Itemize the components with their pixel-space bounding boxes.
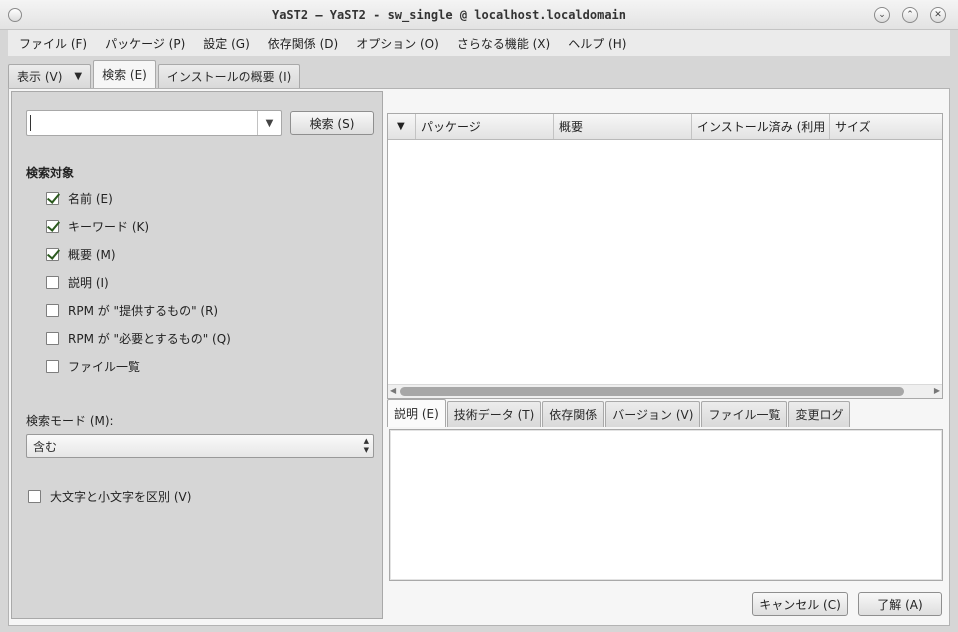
checkbox-icon [46, 303, 59, 317]
target-keyword-checkbox[interactable]: キーワード (K) [46, 218, 149, 234]
minimize-icon[interactable]: ⌄ [874, 7, 890, 23]
package-table[interactable]: ▼ パッケージ 概要 インストール済み (利用 サイズ ◀ ▶ [387, 113, 943, 399]
menu-settings[interactable]: 設定 (G) [203, 35, 249, 52]
search-target-heading: 検索対象 [26, 166, 75, 180]
target-summary-checkbox[interactable]: 概要 (M) [46, 246, 116, 262]
search-history-dropdown-icon[interactable]: ▼ [257, 111, 281, 135]
search-input[interactable]: ▼ [26, 110, 282, 136]
ok-button[interactable]: 了解 (A) [858, 592, 942, 616]
scroll-right-icon[interactable]: ▶ [934, 386, 940, 395]
target-rpm-requires-checkbox[interactable]: RPM が "必要とするもの" (Q) [46, 330, 231, 346]
tab-file-list[interactable]: ファイル一覧 [701, 401, 788, 427]
tab-install-summary-label: インストールの概要 (I) [166, 70, 292, 84]
checkbox-label: ファイル一覧 [68, 359, 141, 374]
search-mode-select[interactable]: 含む ▲ ▼ [26, 434, 374, 458]
menu-bar: ファイル (F) パッケージ (P) 設定 (G) 依存関係 (D) オプション… [8, 30, 950, 56]
checkbox-icon [46, 359, 59, 373]
horizontal-scrollbar[interactable]: ◀ ▶ [388, 384, 942, 398]
menu-file[interactable]: ファイル (F) [19, 35, 87, 52]
search-panel: ▼ 検索 (S) 検索対象 名前 (E) キーワード (K) 概要 (M) 説明… [11, 91, 383, 619]
checkbox-icon [46, 247, 59, 261]
menu-extras[interactable]: さらなる機能 (X) [457, 35, 550, 52]
tab-search-label: 検索 (E) [102, 68, 147, 82]
case-sensitive-checkbox[interactable]: 大文字と小文字を区別 (V) [28, 488, 191, 504]
target-file-list-checkbox[interactable]: ファイル一覧 [46, 358, 140, 374]
checkbox-label: RPM が "必要とするもの" (Q) [68, 331, 231, 346]
menu-package[interactable]: パッケージ (P) [105, 35, 185, 52]
target-name-checkbox[interactable]: 名前 (E) [46, 190, 113, 206]
checkbox-icon [46, 275, 59, 289]
tab-install-summary[interactable]: インストールの概要 (I) [157, 64, 301, 88]
search-mode-label: 検索モード (M): [26, 414, 114, 428]
checkbox-icon [46, 219, 59, 233]
checkbox-label: 名前 (E) [68, 191, 113, 206]
table-header: ▼ パッケージ 概要 インストール済み (利用 サイズ [388, 114, 942, 140]
checkbox-label: 概要 (M) [68, 247, 116, 262]
view-dropdown-tab[interactable]: 表示 (V) ▼ [8, 64, 92, 88]
scrollbar-thumb[interactable] [400, 387, 904, 396]
checkbox-icon [46, 331, 59, 345]
tab-description[interactable]: 説明 (E) [387, 399, 446, 427]
menu-options[interactable]: オプション (O) [356, 35, 439, 52]
checkbox-label: キーワード (K) [68, 219, 150, 234]
search-button[interactable]: 検索 (S) [290, 111, 374, 135]
target-rpm-provides-checkbox[interactable]: RPM が "提供するもの" (R) [46, 302, 218, 318]
column-header-size[interactable]: サイズ [830, 114, 942, 139]
menu-help[interactable]: ヘルプ (H) [568, 35, 626, 52]
sort-status-column-icon[interactable]: ▼ [388, 114, 416, 139]
detail-tabs: 説明 (E) 技術データ (T) 依存関係 バージョン (V) ファイル一覧 変… [387, 399, 851, 427]
tab-versions[interactable]: バージョン (V) [605, 401, 701, 427]
cancel-button[interactable]: キャンセル (C) [752, 592, 848, 616]
description-view[interactable] [389, 429, 943, 581]
scroll-left-icon[interactable]: ◀ [390, 386, 396, 395]
search-mode-value: 含む [33, 439, 58, 454]
checkbox-icon [28, 489, 41, 503]
title-bar: YaST2 — YaST2 - sw_single @ localhost.lo… [0, 0, 958, 30]
view-tab-label: 表示 (V) [17, 70, 63, 84]
close-icon[interactable]: ✕ [930, 7, 946, 23]
target-description-checkbox[interactable]: 説明 (I) [46, 274, 109, 290]
tab-changelog[interactable]: 変更ログ [788, 401, 851, 427]
view-tabs: 表示 (V) ▼ 検索 (E) インストールの概要 (I) [8, 60, 302, 88]
column-header-installed[interactable]: インストール済み (利用 [692, 114, 830, 139]
main-panel: ▼ 検索 (S) 検索対象 名前 (E) キーワード (K) 概要 (M) 説明… [8, 88, 950, 626]
spin-arrows-icon: ▲ ▼ [363, 437, 369, 454]
checkbox-icon [46, 191, 59, 205]
tab-technical-data[interactable]: 技術データ (T) [446, 401, 542, 427]
menu-dependencies[interactable]: 依存関係 (D) [268, 35, 338, 52]
checkbox-label: 説明 (I) [68, 275, 109, 290]
chevron-down-icon: ▼ [74, 71, 83, 82]
text-cursor [30, 115, 31, 131]
checkbox-label: RPM が "提供するもの" (R) [68, 303, 219, 318]
maximize-icon[interactable]: ⌃ [902, 7, 918, 23]
column-header-summary[interactable]: 概要 [554, 114, 692, 139]
checkbox-label: 大文字と小文字を区別 (V) [50, 489, 192, 504]
window-title: YaST2 — YaST2 - sw_single @ localhost.lo… [271, 8, 626, 22]
tab-search[interactable]: 検索 (E) [93, 60, 156, 88]
column-header-package[interactable]: パッケージ [416, 114, 554, 139]
tab-dependencies[interactable]: 依存関係 [542, 401, 605, 427]
